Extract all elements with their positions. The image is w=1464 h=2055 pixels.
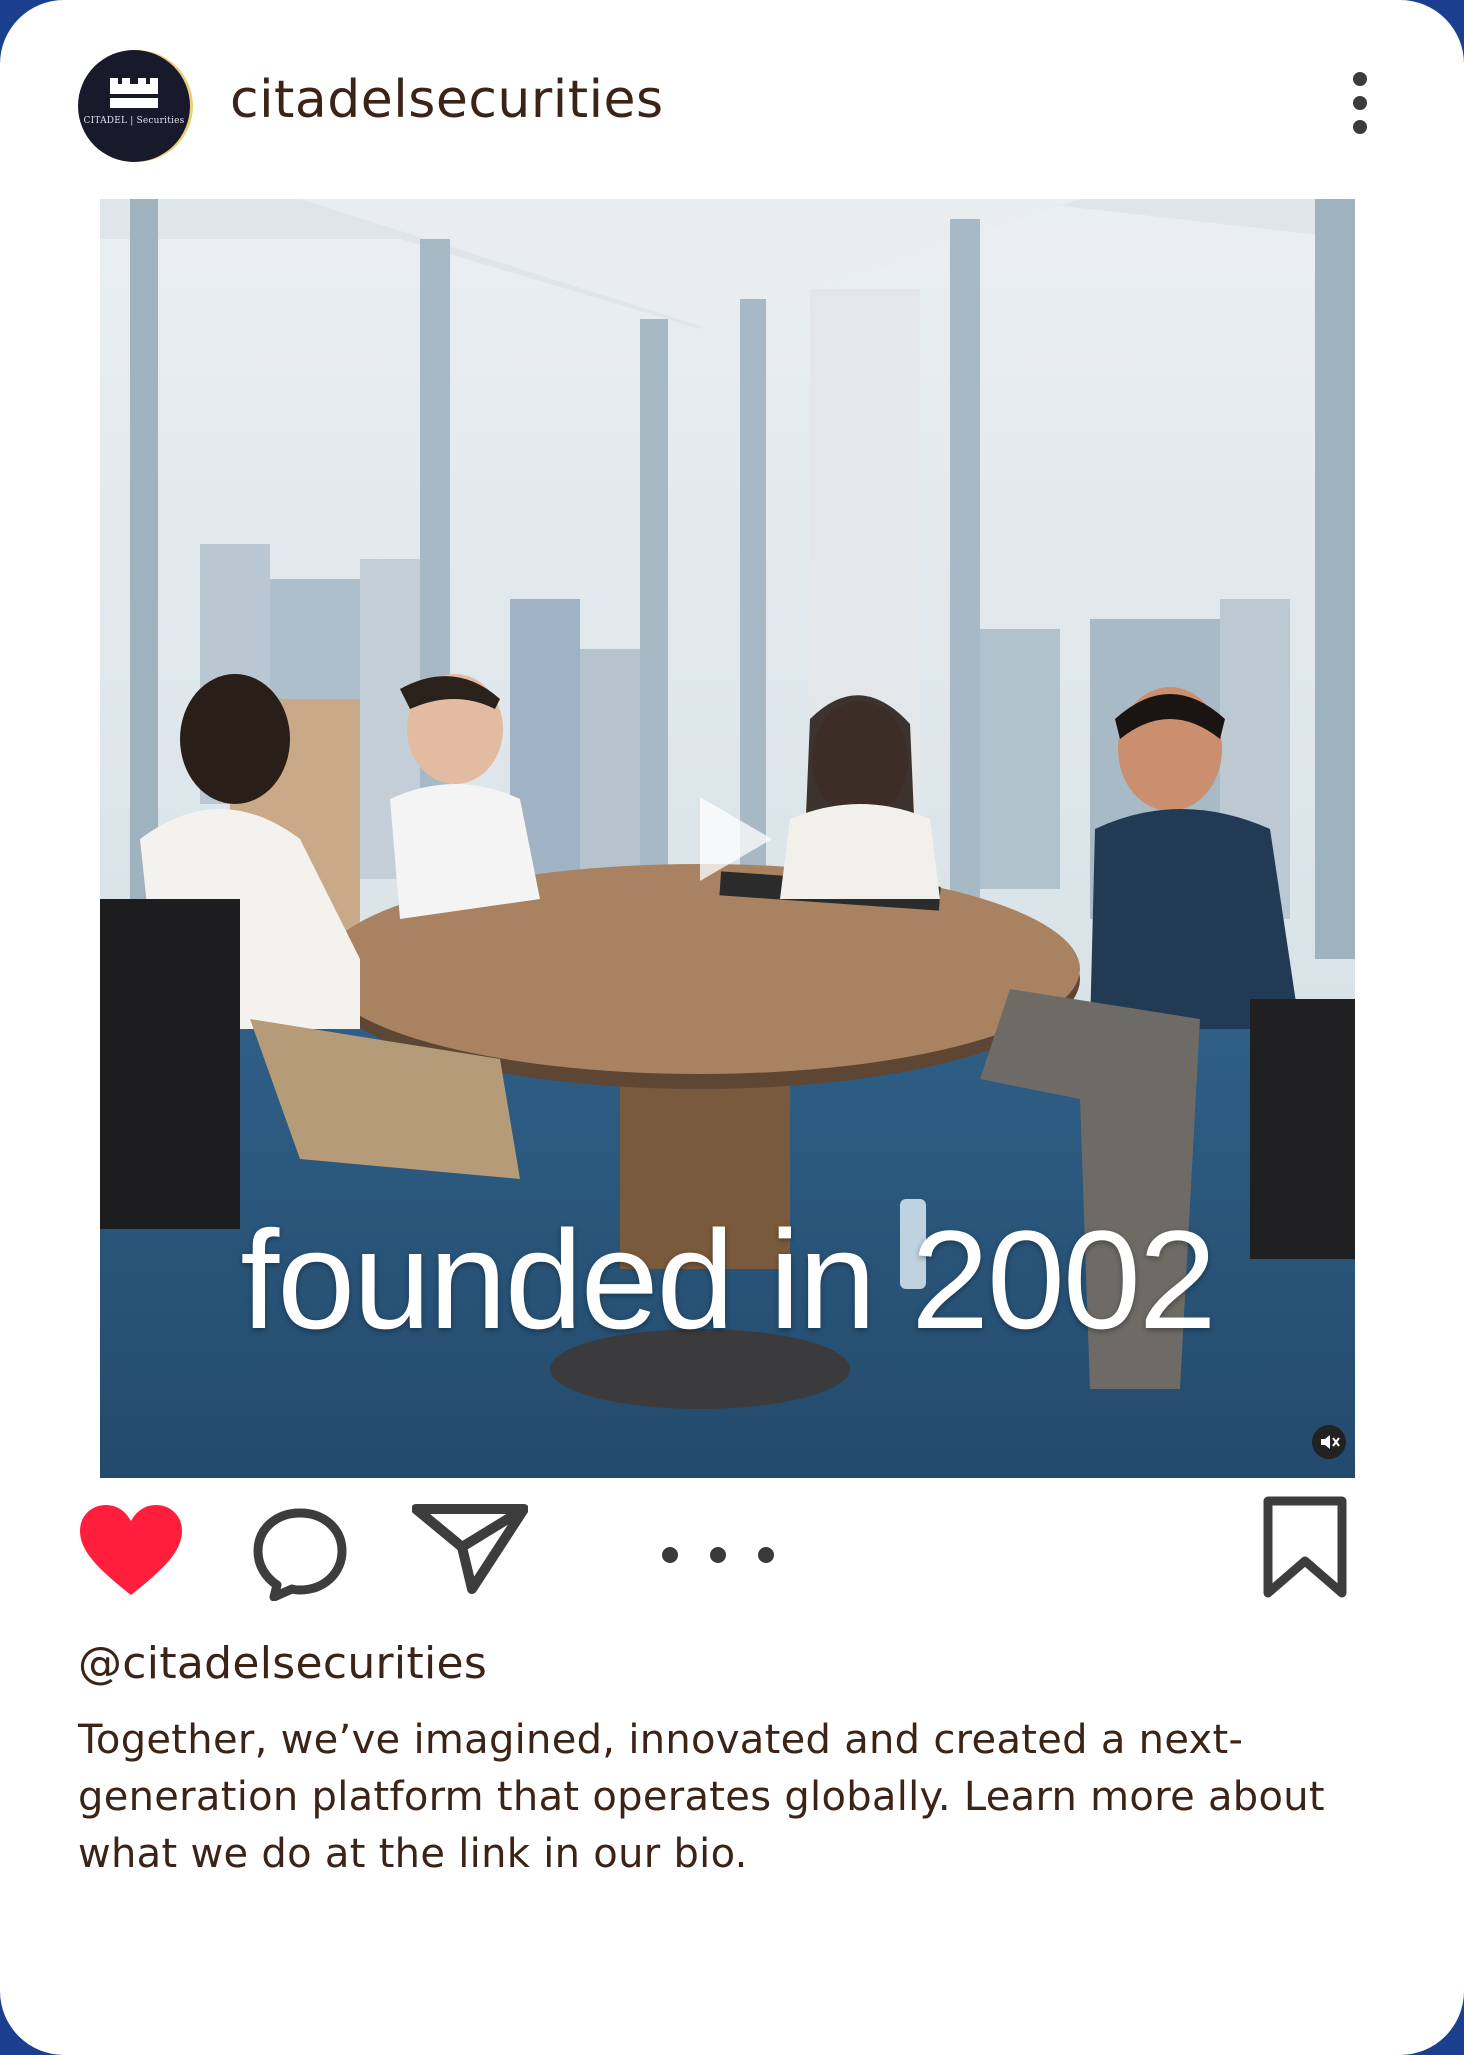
- more-options-icon[interactable]: [1350, 72, 1370, 136]
- post-caption: Together, we’ve imagined, innovated and …: [78, 1717, 1325, 1877]
- comment-icon[interactable]: [252, 1505, 348, 1605]
- castle-logo-icon: [110, 78, 158, 108]
- heart-icon[interactable]: [78, 1503, 184, 1603]
- post-card: CITADEL | Securities citadelsecurities f…: [0, 0, 1464, 2055]
- post-video[interactable]: founded in 2002: [100, 199, 1355, 1478]
- play-icon[interactable]: [690, 789, 780, 889]
- avatar[interactable]: CITADEL | Securities: [78, 50, 190, 162]
- avatar-logo-text: CITADEL | Securities: [83, 116, 185, 126]
- bookmark-icon[interactable]: [1262, 1495, 1348, 1603]
- share-icon[interactable]: [411, 1499, 529, 1599]
- ellipsis-icon[interactable]: [660, 1543, 780, 1571]
- username[interactable]: citadelsecurities: [230, 70, 664, 130]
- mute-icon[interactable]: [1312, 1425, 1346, 1459]
- post-actions: [0, 1495, 1464, 1605]
- post-header: CITADEL | Securities citadelsecurities: [78, 50, 1398, 165]
- caption-handle[interactable]: @citadelsecurities: [78, 1638, 487, 1689]
- video-overlay-text: founded in 2002: [240, 1201, 1216, 1358]
